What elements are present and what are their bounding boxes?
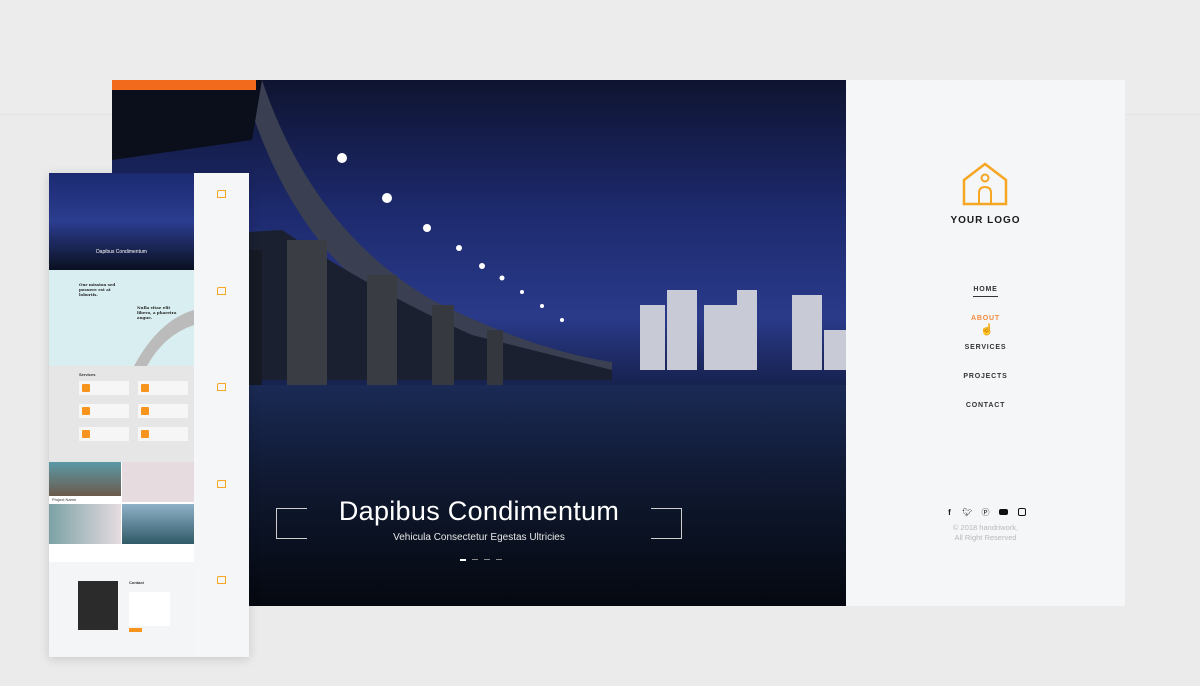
page-preview-thumbnail: Dapibus Condimentum Our mission sed posu…	[49, 173, 249, 657]
mini-contact-section: Contact	[49, 562, 194, 657]
mini-contact-title: Contact	[129, 580, 144, 585]
hand-cursor-icon: ☝	[980, 324, 994, 336]
nav-home-label: HOME	[973, 286, 998, 297]
nav-contact[interactable]: CONTACT	[846, 402, 1125, 431]
slide-dot-2[interactable]	[472, 559, 478, 560]
mini-projects-section: Project Name	[49, 462, 194, 562]
main-nav: HOME ABOUT SERVICES PROJECTS CONTACT	[846, 286, 1125, 431]
pinterest-icon[interactable]: Ⓟ	[981, 507, 991, 517]
twitter-icon[interactable]: 🐦︎	[962, 507, 972, 517]
nav-home[interactable]: HOME	[846, 286, 1125, 315]
mini-logo-icon	[217, 576, 226, 584]
mini-service-card	[138, 427, 188, 441]
copyright-line-2: All Right Reserved	[954, 533, 1017, 542]
sidebar: YOUR LOGO HOME ABOUT SERVICES PROJECTS C…	[846, 80, 1125, 606]
mini-service-card	[79, 404, 129, 418]
nav-projects[interactable]: PROJECTS	[846, 373, 1125, 402]
mini-service-card	[79, 381, 129, 395]
mini-sidebar	[194, 173, 249, 657]
mini-bridge-photo	[134, 310, 194, 366]
slide-dot-4[interactable]	[496, 559, 502, 560]
mini-logo-icon	[217, 480, 226, 488]
mini-hero: Dapibus Condimentum	[49, 173, 194, 270]
mini-project-image	[49, 504, 121, 544]
mini-services-section: Services	[49, 366, 194, 462]
mini-contact-image	[78, 581, 118, 630]
slide-dot-1[interactable]	[460, 559, 466, 561]
mini-service-card	[138, 404, 188, 418]
mini-project-image	[122, 504, 194, 544]
mini-service-card	[138, 381, 188, 395]
youtube-icon[interactable]	[999, 507, 1009, 517]
logo-text: YOUR LOGO	[950, 215, 1021, 226]
social-links: f 🐦︎ Ⓟ	[846, 507, 1125, 517]
mini-contact-form	[129, 592, 170, 626]
mini-services-title: Services	[79, 372, 96, 377]
mini-submit-button	[129, 628, 142, 632]
instagram-icon[interactable]	[1017, 507, 1027, 517]
mini-hero-title: Dapibus Condimentum	[96, 249, 147, 255]
facebook-icon[interactable]: f	[945, 507, 955, 517]
nav-services[interactable]: SERVICES	[846, 344, 1125, 373]
accent-bar	[112, 80, 256, 90]
copyright: © 2018 handriwork, All Right Reserved	[846, 523, 1125, 543]
mini-logo-icon	[217, 287, 226, 295]
mini-service-card	[79, 427, 129, 441]
slide-dot-3[interactable]	[484, 559, 490, 560]
house-logo-icon	[962, 162, 1008, 206]
copyright-line-1: © 2018 handriwork,	[952, 523, 1019, 532]
slider-dots	[460, 559, 502, 561]
mini-project-name: Project Name	[52, 497, 77, 502]
mini-project-image	[122, 462, 194, 502]
mini-logo-icon	[217, 383, 226, 391]
mini-logo-icon	[217, 190, 226, 198]
mini-project-image	[49, 462, 121, 496]
mini-mission-section: Our mission sed posuere est at lobortis.…	[49, 270, 194, 366]
